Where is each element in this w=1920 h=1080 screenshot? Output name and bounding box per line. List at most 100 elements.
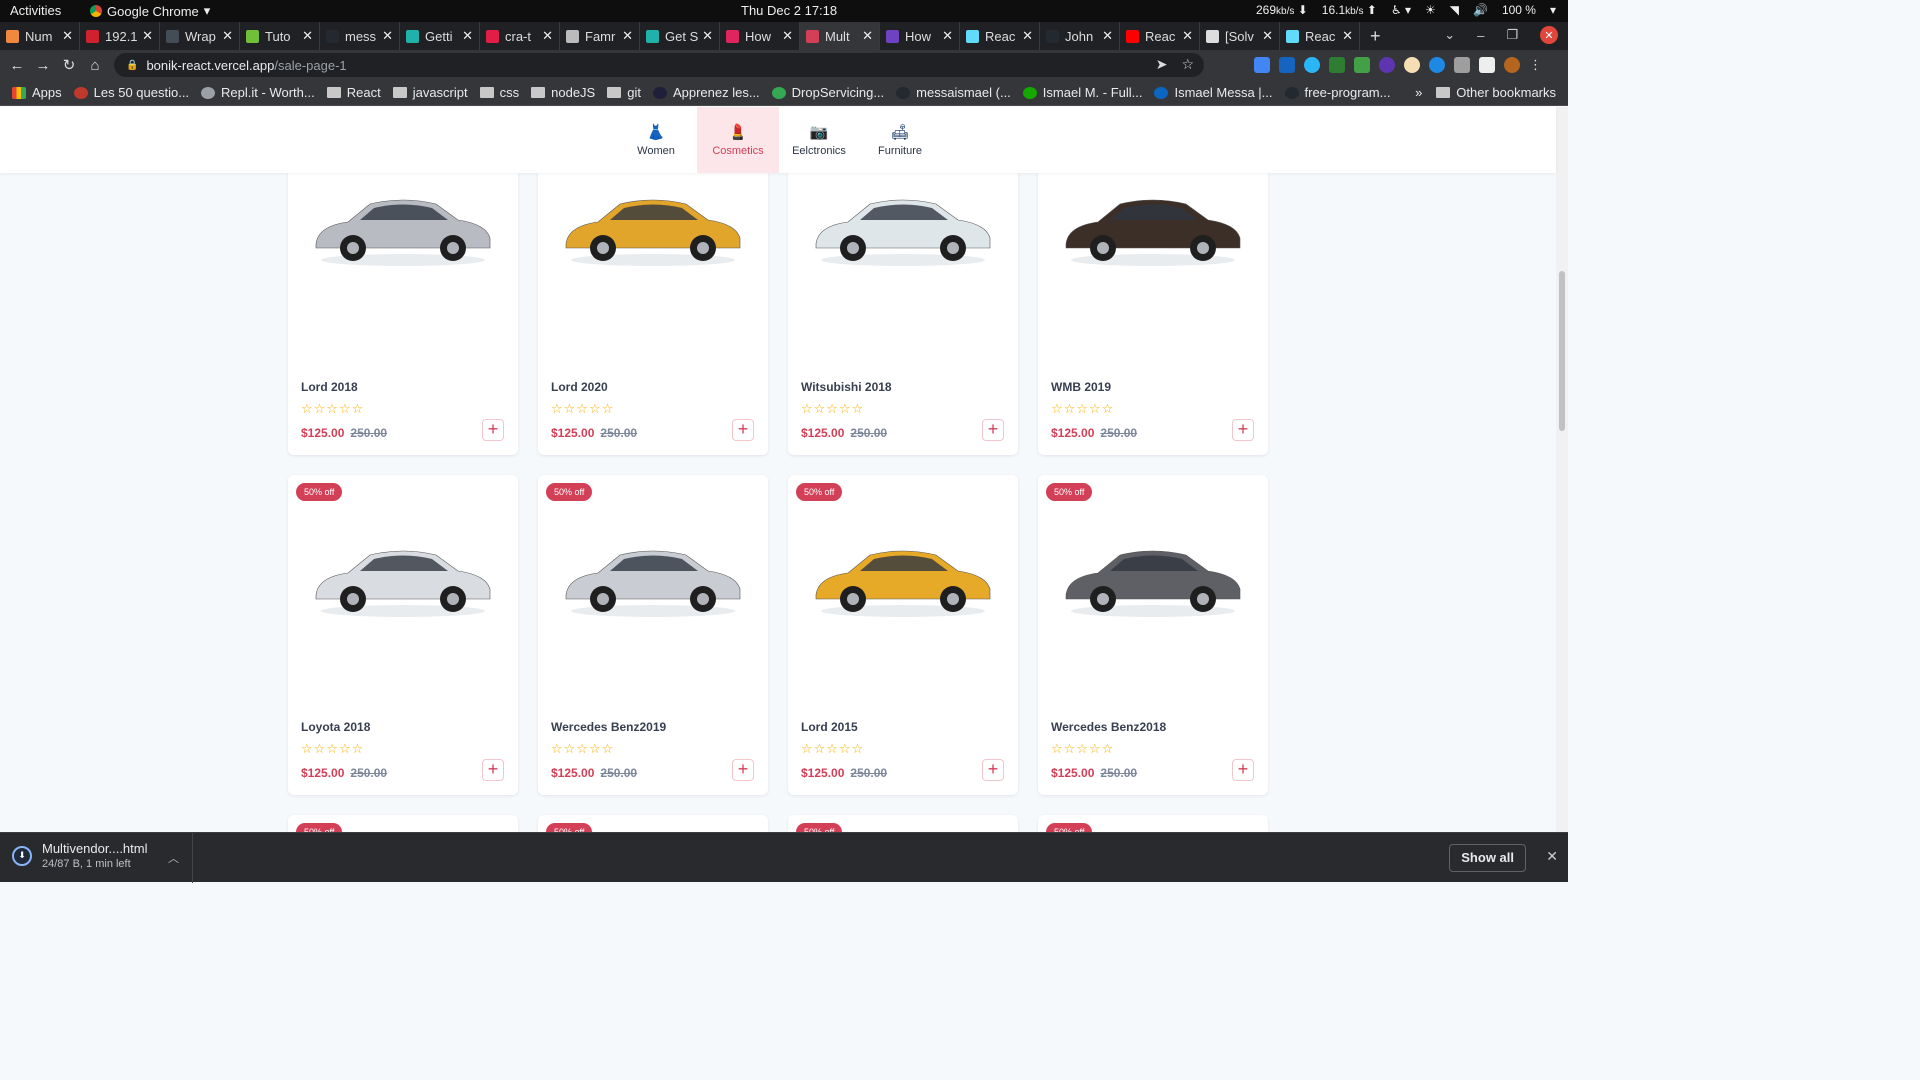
address-bar[interactable]: 🔒 bonik-react.vercel.app/sale-page-1 ➤ ☆: [114, 53, 1204, 77]
add-to-cart-button[interactable]: +: [1232, 419, 1254, 441]
close-tab-icon[interactable]: ✕: [782, 28, 793, 44]
close-tab-icon[interactable]: ✕: [462, 28, 473, 44]
bookmark-item[interactable]: javascript: [392, 85, 468, 100]
close-tab-icon[interactable]: ✕: [1102, 28, 1113, 44]
diamond-extension-icon[interactable]: [1304, 57, 1320, 73]
product-card[interactable]: 50% off Lord 2015 ☆☆☆☆☆ $125.00 250.00 +: [788, 475, 1018, 795]
extension-icon[interactable]: [1404, 57, 1420, 73]
close-tab-icon[interactable]: ✕: [862, 28, 873, 44]
other-bookmarks-folder[interactable]: Other bookmarks: [1436, 85, 1556, 100]
browser-tab[interactable]: Reac ✕: [1280, 22, 1360, 50]
extension-icon[interactable]: [1279, 57, 1295, 73]
new-tab-button[interactable]: +: [1370, 26, 1381, 47]
category-tab-eelctronics[interactable]: 📷 Eelctronics: [778, 107, 860, 173]
browser-tab[interactable]: Wrap ✕: [160, 22, 240, 50]
lock-icon[interactable]: 🔒: [126, 60, 138, 71]
browser-tab[interactable]: Mult ✕: [800, 22, 880, 50]
product-image[interactable]: [1058, 533, 1248, 623]
add-to-cart-button[interactable]: +: [482, 759, 504, 781]
add-to-cart-button[interactable]: +: [482, 419, 504, 441]
back-button[interactable]: ←: [4, 57, 30, 74]
add-to-cart-button[interactable]: +: [982, 419, 1004, 441]
product-card[interactable]: 50% off Loyota 2018 ☆☆☆☆☆ $125.00 250.00 +: [288, 475, 518, 795]
bookmarks-overflow-button[interactable]: »: [1415, 85, 1422, 100]
page-scrollbar[interactable]: [1556, 107, 1568, 832]
browser-tab[interactable]: [Solv ✕: [1200, 22, 1280, 50]
shield-extension-icon[interactable]: [1354, 57, 1370, 73]
close-tab-icon[interactable]: ✕: [142, 28, 153, 44]
close-tab-icon[interactable]: ✕: [382, 28, 393, 44]
product-card[interactable]: WMB 2019 ☆☆☆☆☆ $125.00 250.00 +: [1038, 150, 1268, 455]
bookmark-star-icon[interactable]: ☆: [1181, 56, 1194, 73]
activities-button[interactable]: Activities: [10, 3, 61, 18]
category-tab-furniture[interactable]: 🛋 Furniture: [859, 107, 941, 173]
bookmark-item[interactable]: messaismael (...: [896, 85, 1011, 100]
close-tab-icon[interactable]: ✕: [542, 28, 553, 44]
product-name[interactable]: Wercedes Benz2018: [1051, 720, 1166, 734]
download-item[interactable]: ⬇ Multivendor....html 24/87 B, 1 min lef…: [12, 841, 148, 870]
product-name[interactable]: Lord 2015: [801, 720, 858, 734]
close-tab-icon[interactable]: ✕: [222, 28, 233, 44]
bookmark-item[interactable]: Ismael M. - Full...: [1022, 85, 1142, 100]
send-icon[interactable]: ➤: [1156, 56, 1168, 73]
product-image[interactable]: [308, 533, 498, 623]
product-card[interactable]: 50% off: [788, 815, 1018, 832]
close-tab-icon[interactable]: ✕: [62, 28, 73, 44]
product-image[interactable]: [558, 182, 748, 272]
product-name[interactable]: Loyota 2018: [301, 720, 370, 734]
app-menu[interactable]: Google Chrome ▾: [90, 3, 210, 19]
bookmark-item[interactable]: Apps: [12, 85, 62, 100]
side-panel-icon[interactable]: [1479, 57, 1495, 73]
browser-tab[interactable]: How ✕: [720, 22, 800, 50]
close-tab-icon[interactable]: ✕: [1022, 28, 1033, 44]
add-to-cart-button[interactable]: +: [732, 759, 754, 781]
category-tab-women[interactable]: 👗 Women: [615, 107, 697, 173]
browser-tab[interactable]: Reac ✕: [1120, 22, 1200, 50]
puzzle-icon[interactable]: [1454, 57, 1470, 73]
add-to-cart-button[interactable]: +: [1232, 759, 1254, 781]
extension-icon[interactable]: [1329, 57, 1345, 73]
bookmark-item[interactable]: git: [607, 85, 641, 100]
bookmark-item[interactable]: DropServicing...: [771, 85, 884, 100]
browser-tab[interactable]: Tuto ✕: [240, 22, 320, 50]
bookmark-item[interactable]: Les 50 questio...: [73, 85, 189, 100]
product-name[interactable]: Wercedes Benz2019: [551, 720, 666, 734]
browser-tab[interactable]: Num ✕: [0, 22, 80, 50]
show-all-button[interactable]: Show all: [1449, 844, 1526, 872]
close-tab-icon[interactable]: ✕: [1182, 28, 1193, 44]
reload-button[interactable]: ↻: [56, 56, 82, 74]
category-tab-cosmetics[interactable]: 💄 Cosmetics: [697, 107, 779, 173]
browser-tab[interactable]: cra-t ✕: [480, 22, 560, 50]
clock[interactable]: Thu Dec 2 17:18: [741, 3, 837, 18]
add-to-cart-button[interactable]: +: [732, 419, 754, 441]
bookmark-item[interactable]: Ismael Messa |...: [1154, 85, 1273, 100]
close-icon[interactable]: ✕: [1546, 848, 1558, 865]
product-name[interactable]: Witsubishi 2018: [801, 380, 892, 394]
bookmark-item[interactable]: Apprenez les...: [652, 85, 760, 100]
scrollbar-thumb[interactable]: [1559, 271, 1565, 431]
accessibility-icon[interactable]: ♿ ▾: [1391, 3, 1411, 17]
bookmark-item[interactable]: css: [479, 85, 519, 100]
product-image[interactable]: [308, 182, 498, 272]
chevron-up-icon[interactable]: ︿: [168, 850, 179, 866]
close-tab-icon[interactable]: ✕: [702, 28, 713, 44]
product-name[interactable]: Lord 2018: [301, 380, 358, 394]
close-tab-icon[interactable]: ✕: [1342, 28, 1353, 44]
product-card[interactable]: 50% off: [538, 815, 768, 832]
product-image[interactable]: [808, 182, 998, 272]
close-tab-icon[interactable]: ✕: [942, 28, 953, 44]
add-to-cart-button[interactable]: +: [982, 759, 1004, 781]
close-window-button[interactable]: ✕: [1540, 26, 1558, 44]
sync-extension-icon[interactable]: [1429, 57, 1445, 73]
browser-tab[interactable]: Getti ✕: [400, 22, 480, 50]
browser-tab[interactable]: Famr ✕: [560, 22, 640, 50]
product-card[interactable]: Witsubishi 2018 ☆☆☆☆☆ $125.00 250.00 +: [788, 150, 1018, 455]
restore-button[interactable]: ❐: [1506, 27, 1518, 43]
close-tab-icon[interactable]: ✕: [302, 28, 313, 44]
browser-tab[interactable]: Reac ✕: [960, 22, 1040, 50]
bookmark-item[interactable]: Repl.it - Worth...: [201, 85, 315, 100]
product-card[interactable]: Lord 2020 ☆☆☆☆☆ $125.00 250.00 +: [538, 150, 768, 455]
extension-icon[interactable]: [1379, 57, 1395, 73]
product-name[interactable]: Lord 2020: [551, 380, 608, 394]
avatar[interactable]: [1504, 57, 1520, 73]
